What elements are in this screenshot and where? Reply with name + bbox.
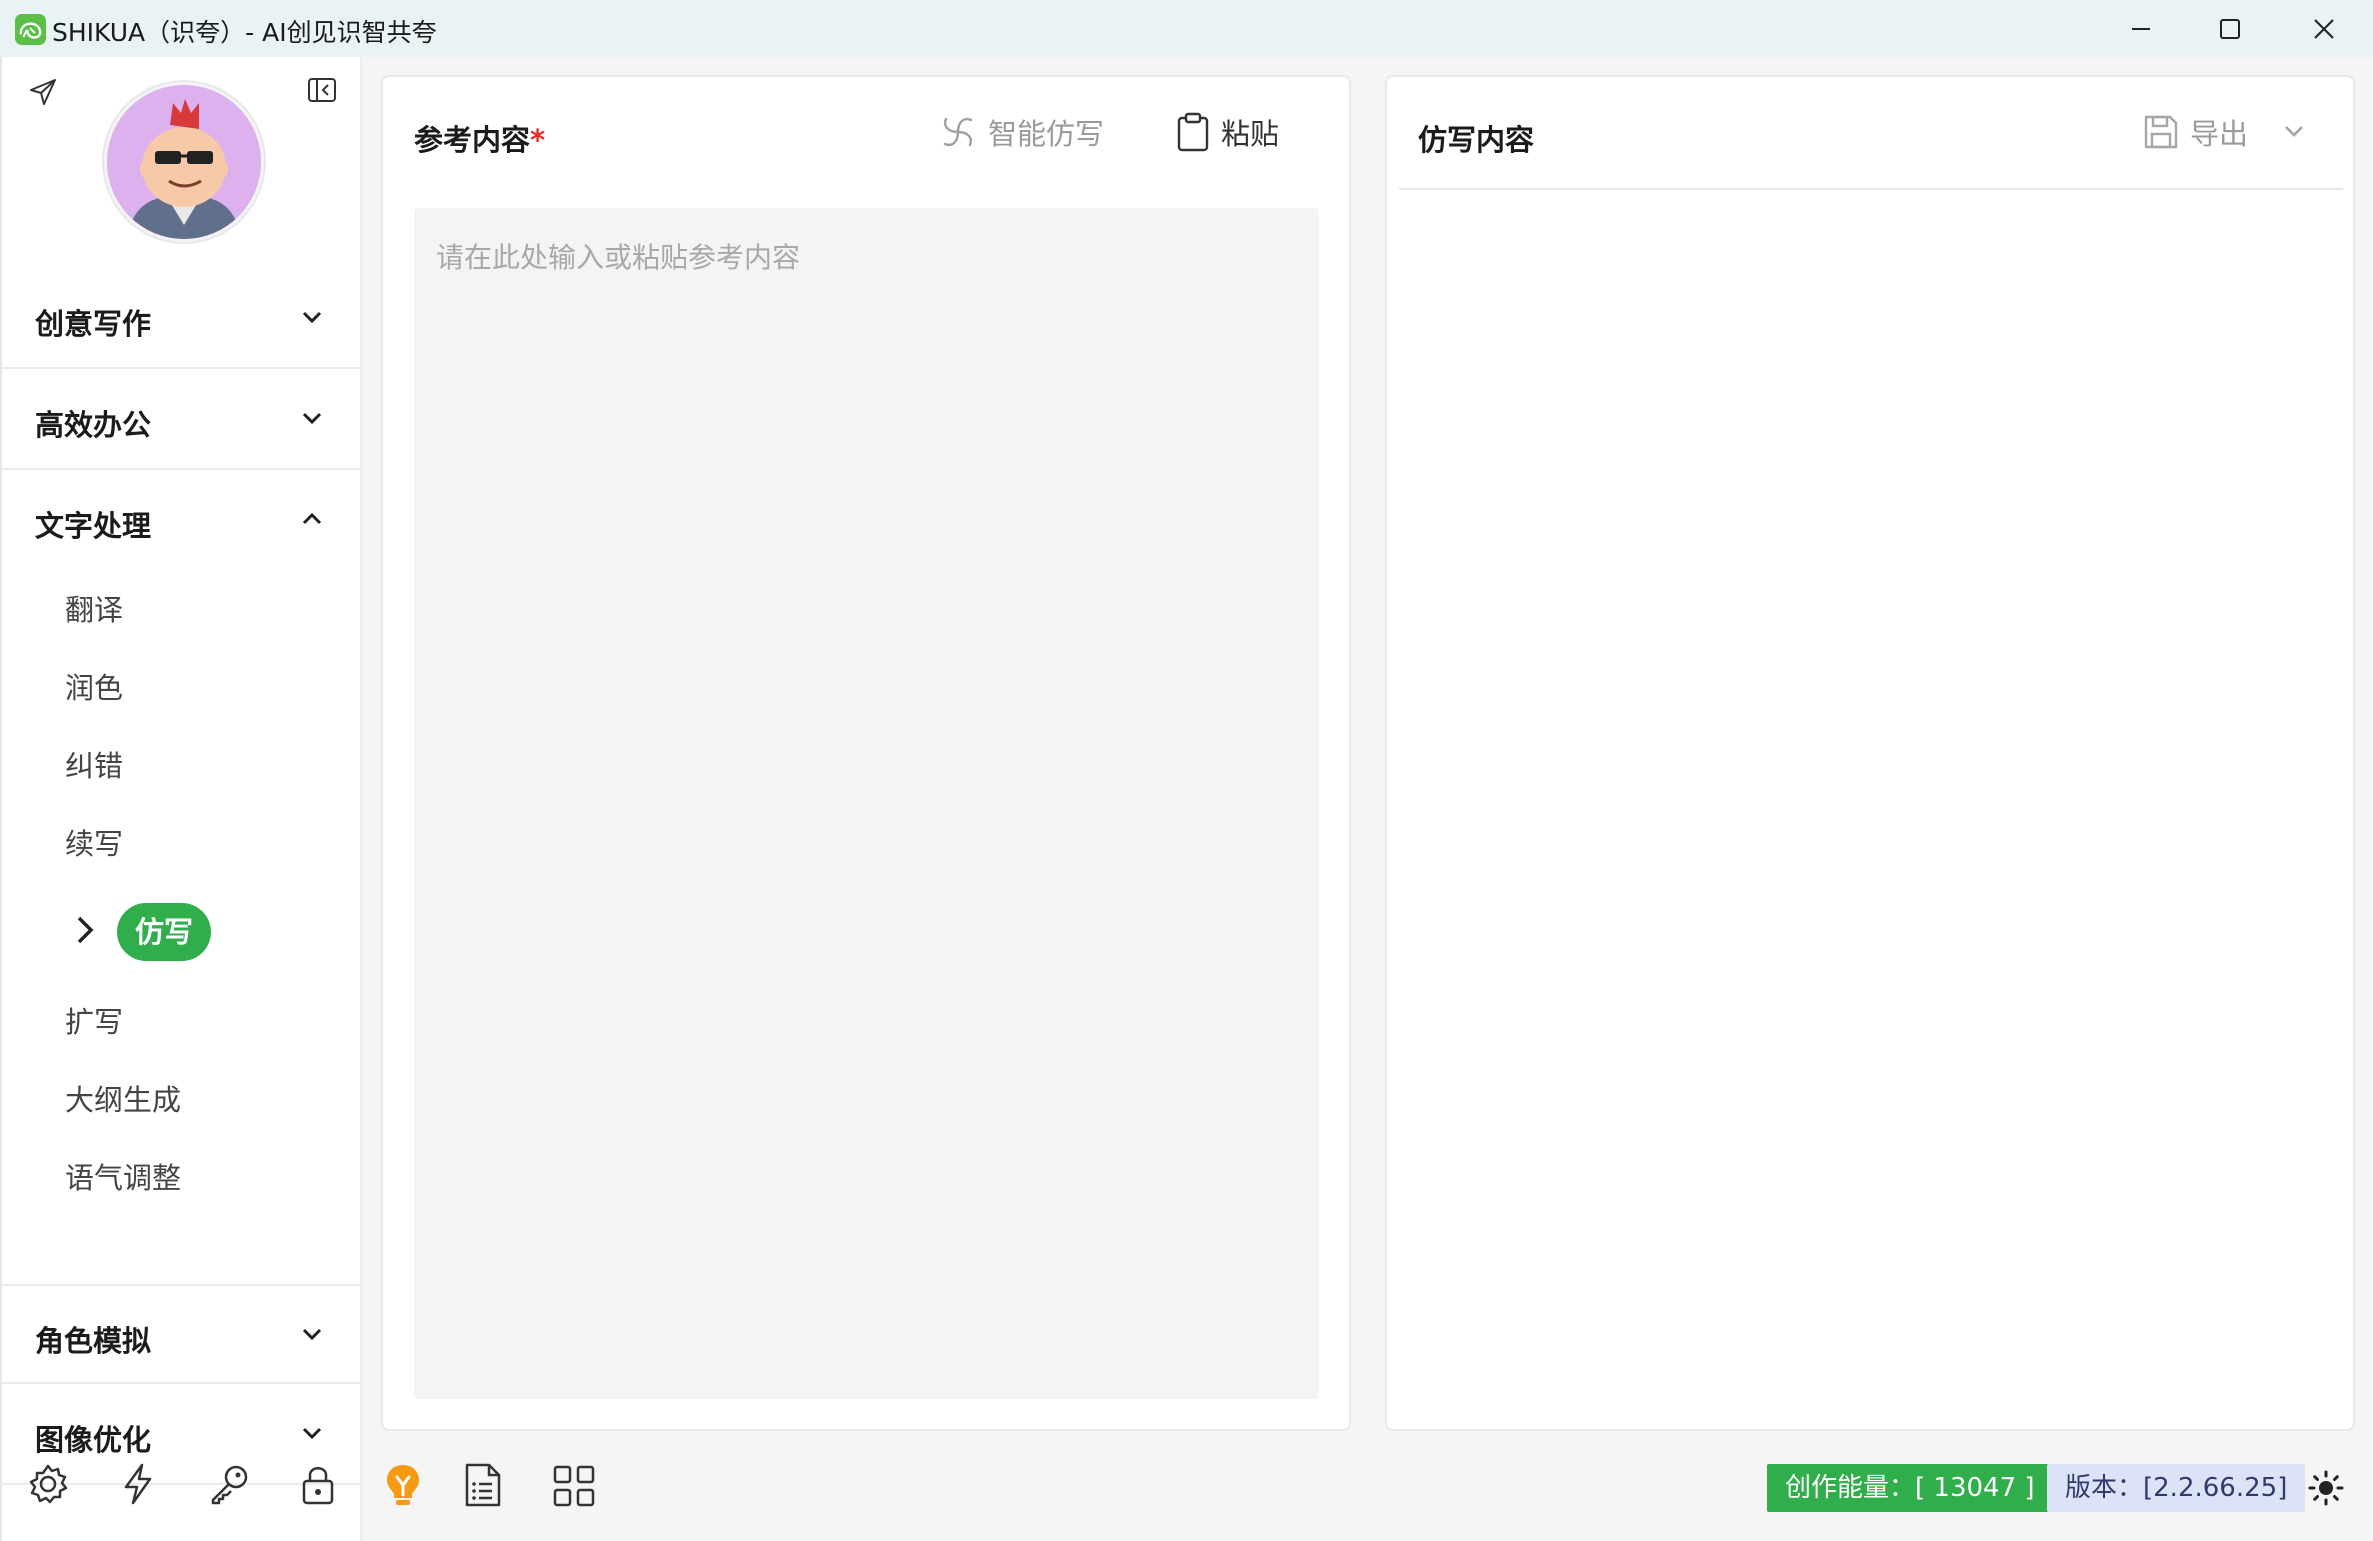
menu-group-label: 图像优化 <box>35 1423 152 1457</box>
collapse-sidebar-icon[interactable] <box>307 77 337 103</box>
minimize-button[interactable] <box>2095 0 2187 57</box>
cartoon-avatar-icon <box>107 85 261 239</box>
reference-panel-title: 参考内容* <box>414 117 545 159</box>
export-label: 导出 <box>2190 117 2249 151</box>
menu-group-label: 角色模拟 <box>35 1324 152 1358</box>
chevron-down-icon <box>302 1427 322 1440</box>
chevron-up-icon <box>302 512 322 525</box>
lightbulb-icon[interactable] <box>380 1462 426 1508</box>
panel-divider <box>1399 188 2343 190</box>
chevron-down-icon <box>302 412 322 425</box>
chevron-down-icon <box>302 1328 322 1341</box>
menu-group-role-play[interactable]: 角色模拟 <box>2 1284 362 1384</box>
smart-imitate-label: 智能仿写 <box>988 117 1105 151</box>
menu-group-label: 文字处理 <box>35 509 152 543</box>
key-icon[interactable] <box>207 1462 251 1506</box>
imitation-panel-title: 仿写内容 <box>1418 123 1535 157</box>
reference-panel: 参考内容* 智能仿写 粘贴 <box>381 75 1351 1431</box>
clipboard-icon <box>1177 112 1209 152</box>
sidebar-item-continue[interactable]: 续写 <box>65 821 123 863</box>
chevron-down-icon <box>302 311 322 324</box>
sidebar-item-correct[interactable]: 纠错 <box>65 743 123 785</box>
document-list-icon[interactable] <box>462 1462 504 1508</box>
chevron-right-icon <box>77 916 94 944</box>
avatar[interactable] <box>104 82 264 242</box>
settings-icon[interactable] <box>26 1462 70 1506</box>
lock-icon[interactable] <box>296 1462 340 1506</box>
smart-imitate-button[interactable]: 智能仿写 <box>938 107 1104 157</box>
sun-icon[interactable] <box>2308 1470 2344 1506</box>
close-button[interactable] <box>2278 0 2370 57</box>
sidebar-item-translate[interactable]: 翻译 <box>65 587 123 629</box>
menu-group-label: 高效办公 <box>35 408 152 442</box>
sidebar-item-polish[interactable]: 润色 <box>65 665 123 707</box>
lightning-icon[interactable] <box>116 1462 160 1506</box>
required-mark: * <box>530 123 546 157</box>
imitation-panel: 仿写内容 导出 <box>1385 75 2355 1431</box>
close-icon <box>2314 18 2334 39</box>
maximize-button[interactable] <box>2184 0 2276 57</box>
maximize-icon <box>2220 18 2240 39</box>
reference-input[interactable] <box>414 208 1319 1399</box>
menu-group-office[interactable]: 高效办公 <box>2 370 362 470</box>
app-logo-icon <box>15 14 46 45</box>
title-bar: SHIKUA（识夸）- AI创见识智共夸 <box>0 0 2373 57</box>
export-dropdown-chevron-icon[interactable] <box>2282 119 2306 143</box>
send-icon[interactable] <box>28 77 58 107</box>
minimize-icon <box>2132 27 2150 30</box>
menu-group-text-processing[interactable]: 文字处理 <box>2 471 362 571</box>
reference-title-text: 参考内容 <box>414 123 531 157</box>
energy-badge: 创作能量：[ 13047 ] <box>1767 1464 2053 1512</box>
menu-group-creative-writing[interactable]: 创意写作 <box>2 269 362 369</box>
sidebar-item-imitate[interactable]: 仿写 <box>117 903 212 961</box>
menu-group-label: 创意写作 <box>35 307 152 341</box>
version-badge: 版本：[2.2.66.25] <box>2047 1464 2306 1512</box>
sparkle-swirl-icon <box>943 117 973 147</box>
paste-label: 粘贴 <box>1221 117 1280 151</box>
export-button[interactable]: 导出 <box>2142 107 2248 157</box>
sidebar-item-expand[interactable]: 扩写 <box>65 999 123 1041</box>
sidebar: 创意写作 高效办公 文字处理 翻译 润色 纠错 续写 仿写 扩写 大纲生成 语气… <box>0 57 362 1541</box>
sidebar-item-outline[interactable]: 大纲生成 <box>65 1077 181 1119</box>
save-icon <box>2144 115 2178 149</box>
grid-icon[interactable] <box>552 1464 596 1508</box>
sidebar-bottom-toolbar <box>2 1462 362 1522</box>
paste-button[interactable]: 粘贴 <box>1175 107 1279 157</box>
sidebar-item-tone[interactable]: 语气调整 <box>65 1155 181 1197</box>
window-title: SHIKUA（识夸）- AI创见识智共夸 <box>52 18 437 47</box>
